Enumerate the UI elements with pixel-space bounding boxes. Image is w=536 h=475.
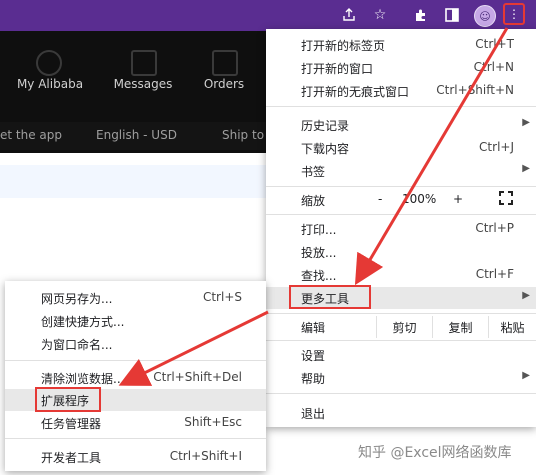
chevron-right-icon: ▶ — [522, 117, 530, 128]
sidebar-icon[interactable] — [443, 6, 461, 24]
language-currency[interactable]: English - USD — [96, 128, 177, 142]
menu-settings[interactable]: 设置 — [266, 344, 536, 366]
nav-my-alibaba[interactable]: My Alibaba — [5, 77, 95, 91]
highlight-more-tools — [289, 285, 371, 309]
chevron-right-icon: ▶ — [522, 370, 530, 381]
submenu-save-page[interactable]: 网页另存为... Ctrl+S — [5, 287, 266, 309]
watermark: 知乎 @Excel网络函数库 — [358, 445, 512, 461]
extension-puzzle-icon[interactable] — [412, 6, 430, 24]
profile-avatar-icon[interactable]: ☺ — [474, 5, 496, 27]
submenu-task-manager[interactable]: 任务管理器 Shift+Esc — [5, 412, 266, 434]
divider — [266, 214, 536, 215]
submenu-dev-tools[interactable]: 开发者工具 Ctrl+Shift+I — [5, 446, 266, 468]
get-app-link[interactable]: et the app — [0, 128, 62, 142]
paste-button[interactable]: 粘贴 — [488, 316, 536, 338]
message-icon — [131, 50, 157, 76]
fullscreen-icon[interactable] — [499, 191, 513, 208]
menu-history[interactable]: 历史记录 ▶ — [266, 114, 536, 136]
highlight-extensions — [35, 387, 101, 412]
share-icon[interactable] — [340, 6, 358, 24]
orders-icon — [212, 50, 238, 76]
user-icon — [36, 50, 62, 76]
menu-incognito[interactable]: 打开新的无痕式窗口 Ctrl+Shift+N — [266, 80, 536, 102]
zoom-in-button[interactable]: + — [453, 192, 463, 206]
copy-button[interactable]: 复制 — [432, 316, 488, 338]
chrome-main-menu: 打开新的标签页 Ctrl+T 打开新的窗口 Ctrl+N 打开新的无痕式窗口 C… — [266, 29, 536, 427]
menu-help[interactable]: 帮助 ▶ — [266, 367, 536, 389]
divider — [5, 438, 266, 439]
divider — [266, 340, 536, 341]
menu-edit-row: 编辑 剪切 复制 粘贴 — [266, 316, 536, 338]
notice-banner — [0, 165, 270, 198]
divider — [266, 313, 536, 314]
menu-find[interactable]: 查找... Ctrl+F — [266, 264, 536, 286]
kebab-menu-icon[interactable]: ⋮ — [503, 3, 525, 25]
menu-print[interactable]: 打印... Ctrl+P — [266, 218, 536, 240]
chevron-right-icon: ▶ — [522, 163, 530, 174]
menu-downloads[interactable]: 下载内容 Ctrl+J — [266, 137, 536, 159]
menu-exit[interactable]: 退出 — [266, 402, 536, 424]
cut-button[interactable]: 剪切 — [376, 316, 432, 338]
zoom-value: 100% — [402, 192, 437, 206]
more-tools-submenu: 网页另存为... Ctrl+S 创建快捷方式... 为窗口命名... 清除浏览数… — [5, 281, 266, 471]
divider — [5, 360, 266, 361]
submenu-clear-data[interactable]: 清除浏览数据... Ctrl+Shift+Del — [5, 367, 266, 389]
chevron-right-icon: ▶ — [522, 290, 530, 301]
divider — [266, 186, 536, 187]
zoom-out-button[interactable]: - — [378, 192, 382, 206]
nav-orders[interactable]: Orders — [179, 77, 269, 91]
submenu-name-window[interactable]: 为窗口命名... — [5, 333, 266, 355]
nav-messages[interactable]: Messages — [98, 77, 188, 91]
menu-bookmarks[interactable]: 书签 ▶ — [266, 160, 536, 182]
menu-new-window[interactable]: 打开新的窗口 Ctrl+N — [266, 57, 536, 79]
divider — [266, 393, 536, 394]
star-icon[interactable]: ☆ — [371, 6, 389, 24]
submenu-create-shortcut[interactable]: 创建快捷方式... — [5, 310, 266, 332]
ship-to[interactable]: Ship to — [222, 128, 264, 142]
browser-toolbar: ☆ ☺ ⋮ — [0, 0, 536, 31]
menu-new-tab[interactable]: 打开新的标签页 Ctrl+T — [266, 34, 536, 56]
menu-cast[interactable]: 投放... — [266, 241, 536, 263]
menu-zoom-row: 缩放 - 100% + — [266, 189, 536, 211]
divider — [266, 106, 536, 107]
